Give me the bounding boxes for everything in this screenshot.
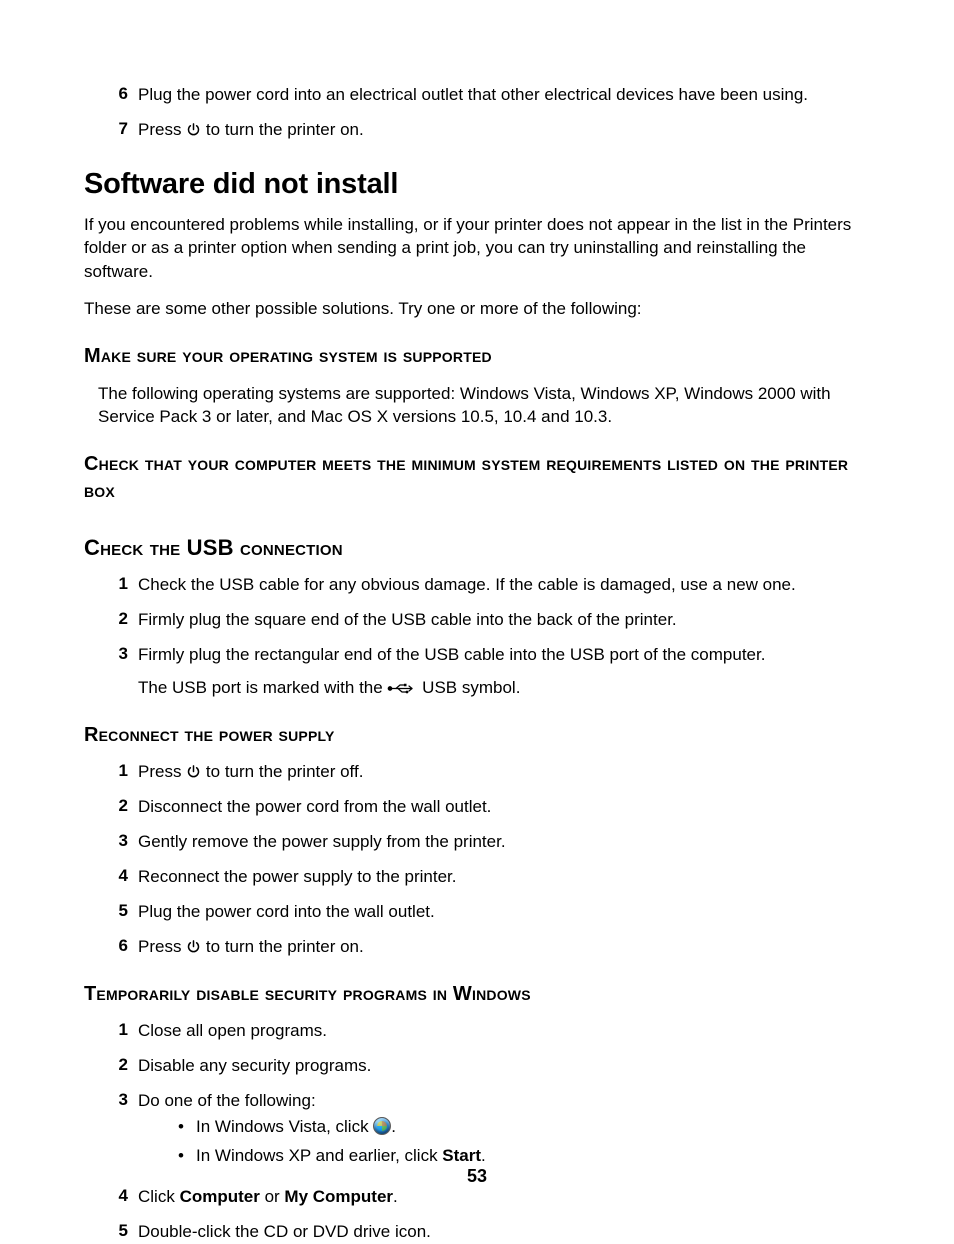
step-text: Plug the power cord into the wall outlet… xyxy=(138,901,435,924)
bullet-marker: • xyxy=(178,1116,196,1139)
step-text: Close all open programs. xyxy=(138,1020,327,1043)
bullet-marker: • xyxy=(178,1145,196,1168)
step-text: Firmly plug the square end of the USB ca… xyxy=(138,609,677,632)
usb-steps-list: 1 Check the USB cable for any obvious da… xyxy=(84,574,870,700)
step-text: Disconnect the power cord from the wall … xyxy=(138,796,491,819)
text-fragment: to turn the printer on. xyxy=(206,120,364,139)
step-number: 1 xyxy=(102,761,138,784)
list-item: 2 Disable any security programs. xyxy=(102,1055,371,1078)
subsection-heading: Check the USB connection xyxy=(84,533,870,563)
list-item: 2 Disconnect the power cord from the wal… xyxy=(102,796,491,819)
bullet-item: • In Windows XP and earlier, click Start… xyxy=(178,1145,486,1168)
list-item: 6 Plug the power cord into an electrical… xyxy=(102,84,808,107)
section-heading: Software did not install xyxy=(84,168,870,201)
step-text: Double-click the CD or DVD drive icon. xyxy=(138,1221,431,1244)
list-item: 7 Press to turn the printer on. xyxy=(102,119,364,142)
step-number: 1 xyxy=(102,1020,138,1043)
step-text: Gently remove the power supply from the … xyxy=(138,831,506,854)
step-number: 7 xyxy=(102,119,138,142)
step-number: 2 xyxy=(102,609,138,632)
power-icon xyxy=(186,122,201,137)
step-number: 6 xyxy=(102,84,138,107)
bullet-item: • In Windows Vista, click . xyxy=(178,1116,396,1139)
step-number: 5 xyxy=(102,901,138,924)
step-number: 5 xyxy=(102,1221,138,1244)
step-text: Plug the power cord into an electrical o… xyxy=(138,84,808,107)
power-icon xyxy=(186,939,201,954)
subsection-heading: Reconnect the power supply xyxy=(84,722,870,749)
step-number: 3 xyxy=(102,1090,138,1175)
step-text: Reconnect the power supply to the printe… xyxy=(138,866,456,889)
list-item: 5 Plug the power cord into the wall outl… xyxy=(102,901,435,924)
subsection-heading: Check that your computer meets the minim… xyxy=(84,451,870,505)
bold-text: Start xyxy=(442,1146,481,1165)
text-fragment: Firmly plug the rectangular end of the U… xyxy=(138,645,765,664)
step-text: Click Computer or My Computer. xyxy=(138,1186,398,1209)
text-fragment: Press xyxy=(138,937,186,956)
bold-text: My Computer xyxy=(284,1187,393,1206)
list-item: 1 Close all open programs. xyxy=(102,1020,327,1043)
list-item: 4 Click Computer or My Computer. xyxy=(102,1186,398,1209)
list-item: 1 Check the USB cable for any obvious da… xyxy=(102,574,796,597)
text-fragment: Press xyxy=(138,120,186,139)
bold-text: Computer xyxy=(180,1187,260,1206)
list-item: 4 Reconnect the power supply to the prin… xyxy=(102,866,456,889)
security-steps-list: 1 Close all open programs. 2 Disable any… xyxy=(84,1020,870,1244)
step-number: 4 xyxy=(102,1186,138,1209)
step-number: 1 xyxy=(102,574,138,597)
text-fragment: Click xyxy=(138,1187,180,1206)
step-text: Disable any security programs. xyxy=(138,1055,371,1078)
list-item: 2 Firmly plug the square end of the USB … xyxy=(102,609,677,632)
step-text: Press to turn the printer on. xyxy=(138,936,364,959)
text-fragment: The USB port is marked with the xyxy=(138,678,387,697)
list-item: 5 Double-click the CD or DVD drive icon. xyxy=(102,1221,431,1244)
text-fragment: Press xyxy=(138,762,186,781)
text-fragment: USB symbol. xyxy=(422,678,520,697)
power-steps-list: 1 Press to turn the printer off. 2 Disco… xyxy=(84,761,870,959)
list-item: 6 Press to turn the printer on. xyxy=(102,936,364,959)
step-number: 2 xyxy=(102,1055,138,1078)
list-item: 1 Press to turn the printer off. xyxy=(102,761,363,784)
page-number: 53 xyxy=(0,1166,954,1187)
step-text: Firmly plug the rectangular end of the U… xyxy=(138,644,765,700)
list-item: 3 Gently remove the power supply from th… xyxy=(102,831,506,854)
usb-icon xyxy=(387,682,417,695)
text-fragment: Do one of the following: xyxy=(138,1091,316,1110)
windows-vista-orb-icon xyxy=(373,1117,391,1135)
power-icon xyxy=(186,764,201,779)
step-text: Press to turn the printer on. xyxy=(138,119,364,142)
body-paragraph: The following operating systems are supp… xyxy=(84,382,870,429)
step-number: 6 xyxy=(102,936,138,959)
step-text: Press to turn the printer off. xyxy=(138,761,363,784)
document-page: 6 Plug the power cord into an electrical… xyxy=(0,0,954,1235)
top-steps-list: 6 Plug the power cord into an electrical… xyxy=(84,84,870,142)
step-number: 3 xyxy=(102,831,138,854)
text-fragment: In Windows Vista, click xyxy=(196,1117,373,1136)
subsection-heading: Temporarily disable security programs in… xyxy=(84,981,870,1008)
list-item: 3 Firmly plug the rectangular end of the… xyxy=(102,644,765,700)
step-text: Check the USB cable for any obvious dama… xyxy=(138,574,796,597)
text-fragment: . xyxy=(481,1146,486,1165)
step-text: Do one of the following: • In Windows Vi… xyxy=(138,1090,486,1175)
step-number: 2 xyxy=(102,796,138,819)
subsection-heading: Make sure your operating system is suppo… xyxy=(84,343,870,370)
body-paragraph: These are some other possible solutions.… xyxy=(84,297,870,320)
body-paragraph: If you encountered problems while instal… xyxy=(84,213,870,283)
text-fragment: . xyxy=(393,1187,398,1206)
step-number: 3 xyxy=(102,644,138,700)
step-number: 4 xyxy=(102,866,138,889)
text-fragment: to turn the printer on. xyxy=(206,937,364,956)
list-item: 3 Do one of the following: • In Windows … xyxy=(102,1090,486,1175)
text-fragment: In Windows XP and earlier, click xyxy=(196,1146,442,1165)
text-fragment: . xyxy=(391,1117,396,1136)
text-fragment: or xyxy=(260,1187,285,1206)
text-fragment: to turn the printer off. xyxy=(206,762,364,781)
